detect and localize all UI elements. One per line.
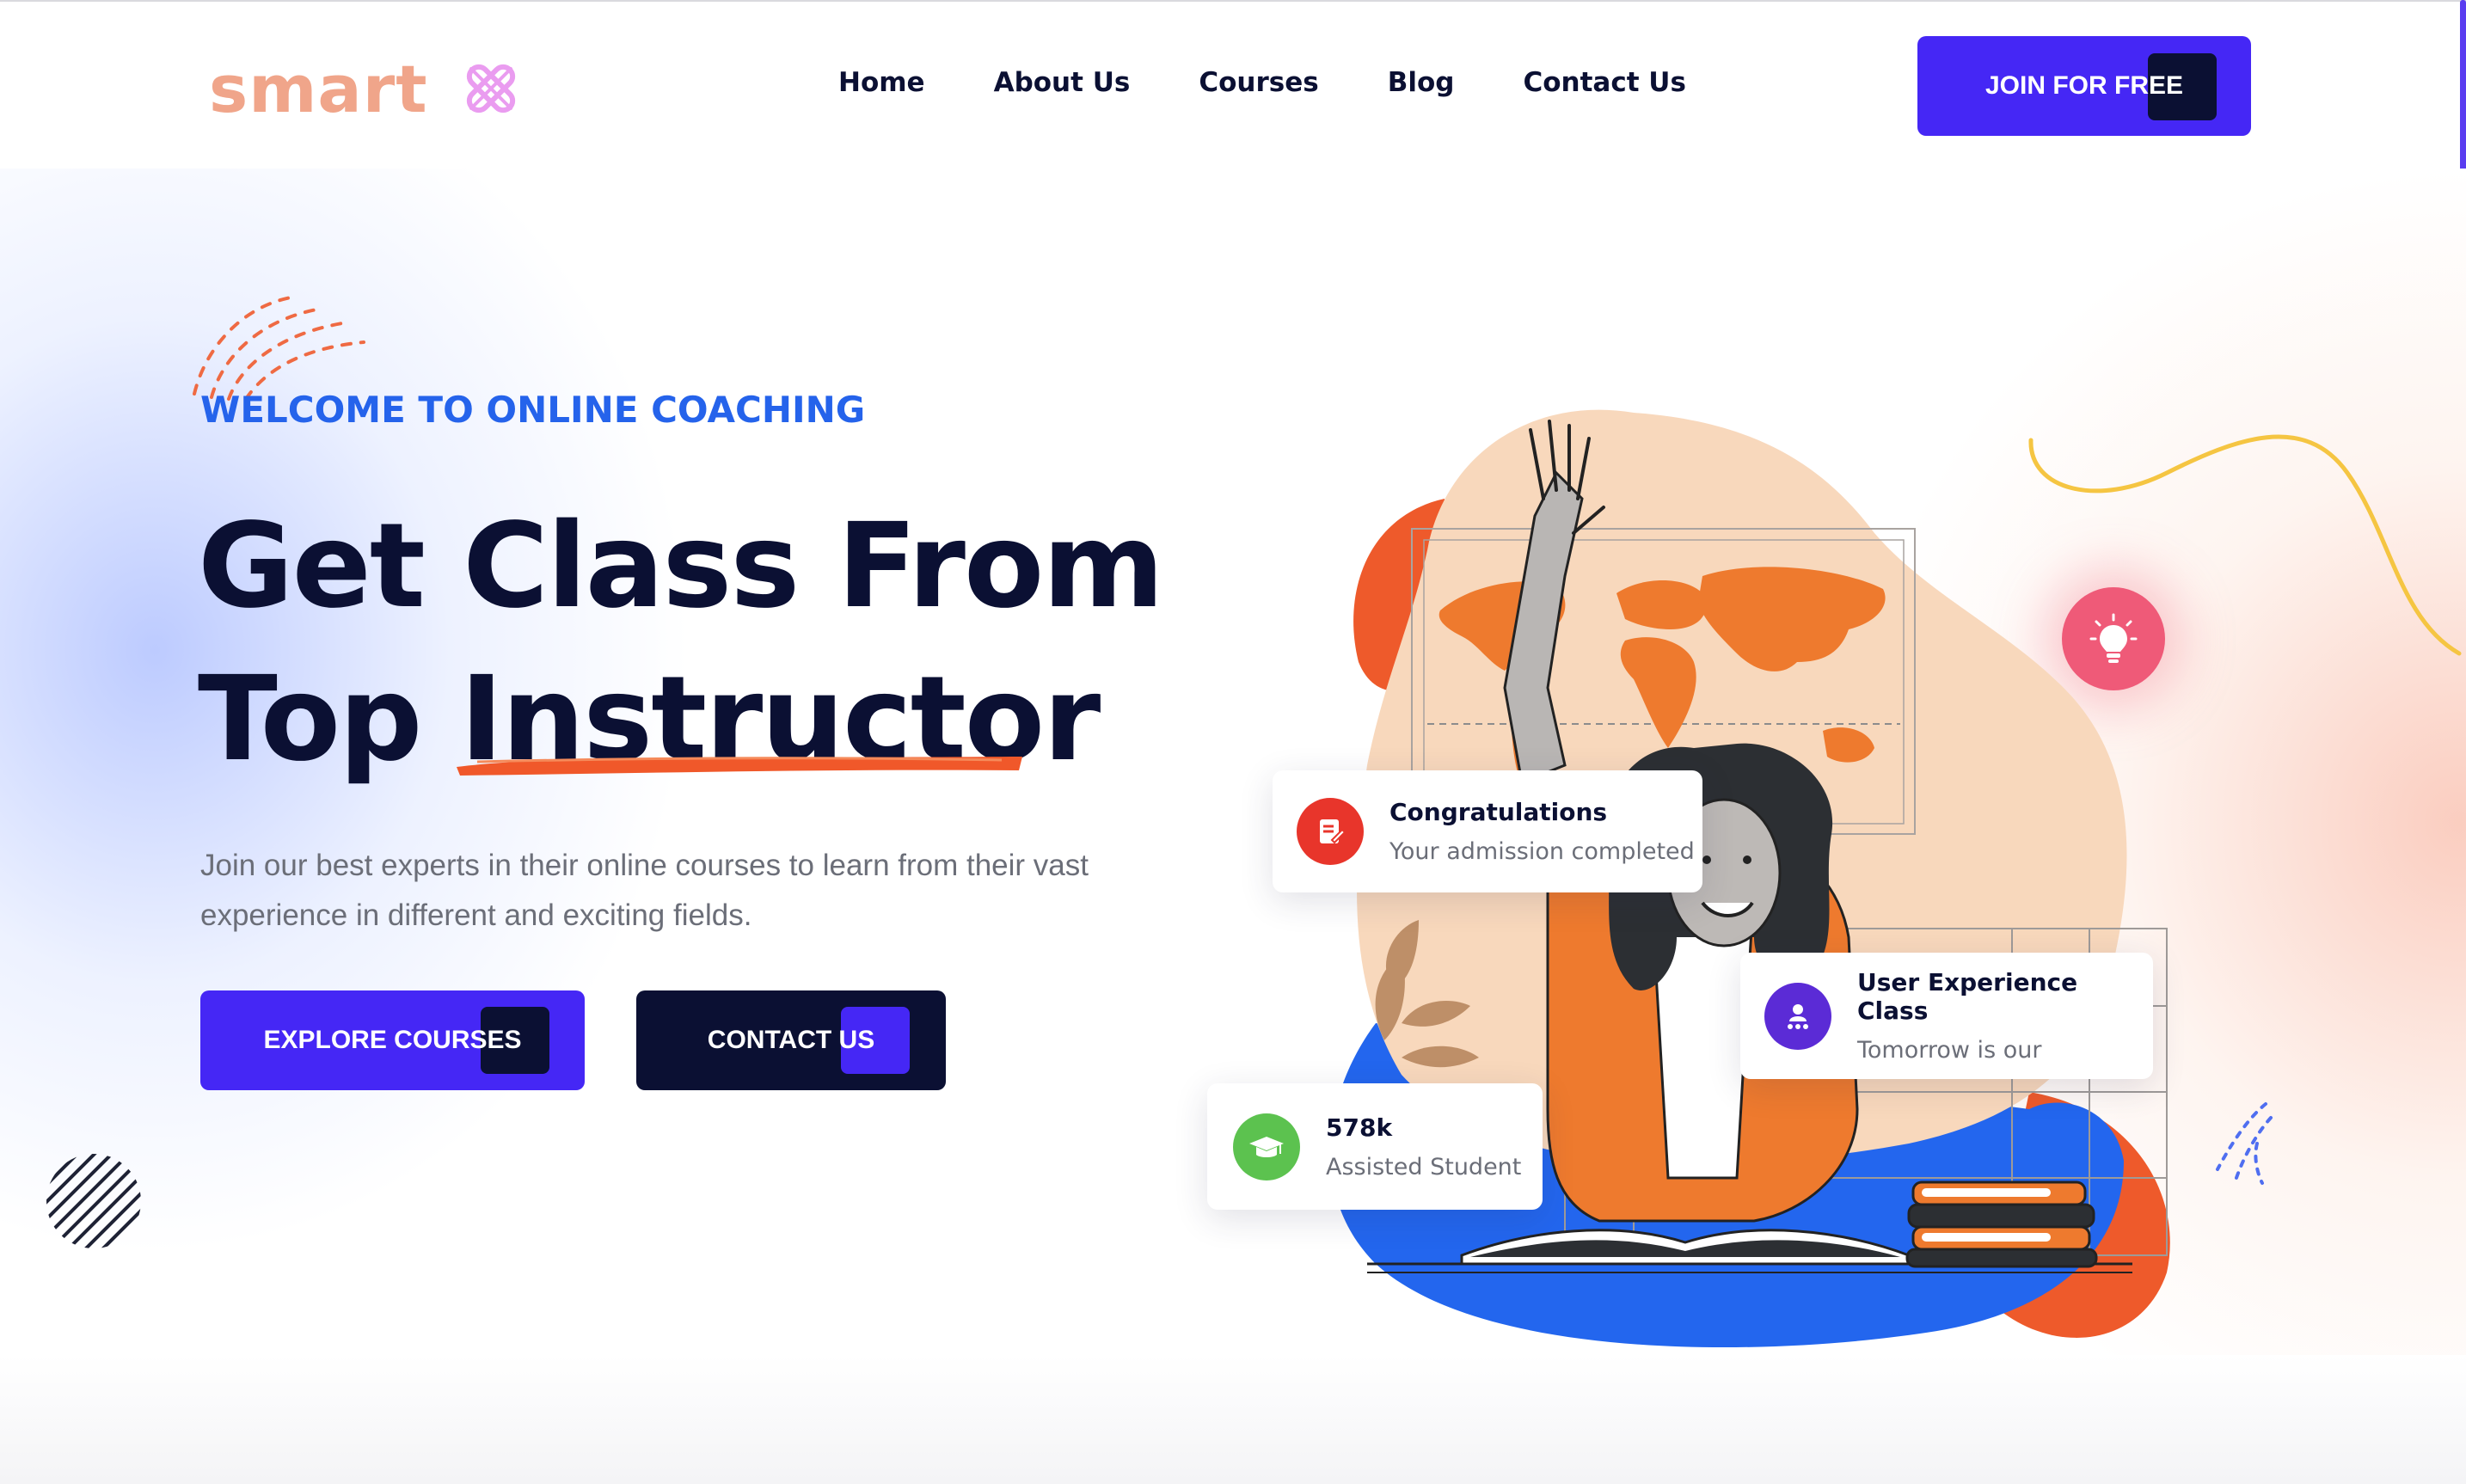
congratulations-card: Congratulations Your admission completed	[1273, 770, 1702, 892]
nav-contact-us[interactable]: Contact Us	[1523, 67, 1685, 98]
students-card: 578k Assisted Student	[1207, 1083, 1543, 1210]
logo-text: smart	[209, 50, 428, 127]
nav-blog[interactable]: Blog	[1388, 67, 1455, 98]
graduation-cap-icon	[1233, 1113, 1300, 1180]
nav-courses[interactable]: Courses	[1199, 67, 1318, 98]
explore-button-label: EXPLORE COURSES	[263, 1026, 522, 1054]
hero-bottom-fade	[0, 1355, 2466, 1484]
document-edit-icon	[1297, 798, 1364, 865]
site-header: smart Home About Us Courses Blog Contact…	[0, 2, 2466, 169]
decorative-dashes-shape	[193, 296, 365, 401]
logo[interactable]: smart	[209, 50, 530, 127]
contact-us-button[interactable]: CONTACT US	[636, 990, 946, 1090]
brush-underline	[457, 757, 1022, 776]
card-subtitle: Tomorrow is our	[1857, 1037, 2042, 1064]
card-title: Congratulations	[1389, 798, 1608, 826]
logo-mark-icon	[466, 64, 515, 113]
decorative-dashes-right	[2216, 1102, 2273, 1185]
card-title: User Experience Class	[1857, 968, 2078, 1025]
join-for-free-button[interactable]: JOIN FOR FREE	[1917, 36, 2251, 136]
nav-home[interactable]: Home	[838, 67, 925, 98]
decorative-hatched-circle	[46, 1154, 141, 1248]
explore-courses-button[interactable]: EXPLORE COURSES	[200, 990, 585, 1090]
hero-title-line1: Get Class From	[198, 499, 1164, 635]
ux-class-card: User Experience Class Tomorrow is our	[1740, 953, 2153, 1079]
hero-description: Join our best experts in their online co…	[200, 849, 1089, 932]
user-group-icon	[1764, 982, 1831, 1050]
hero-kicker: WELCOME TO ONLINE COACHING	[200, 389, 866, 431]
card-subtitle: Assisted Student	[1326, 1153, 1522, 1180]
nav-about-us[interactable]: About Us	[994, 67, 1131, 98]
contact-button-label: CONTACT US	[707, 1026, 875, 1054]
card-subtitle: Your admission completed	[1389, 838, 1695, 865]
main-nav: Home About Us Courses Blog Contact Us	[838, 67, 1686, 98]
card-title: 578k	[1326, 1113, 1393, 1142]
join-button-label: JOIN FOR FREE	[1984, 71, 2184, 100]
